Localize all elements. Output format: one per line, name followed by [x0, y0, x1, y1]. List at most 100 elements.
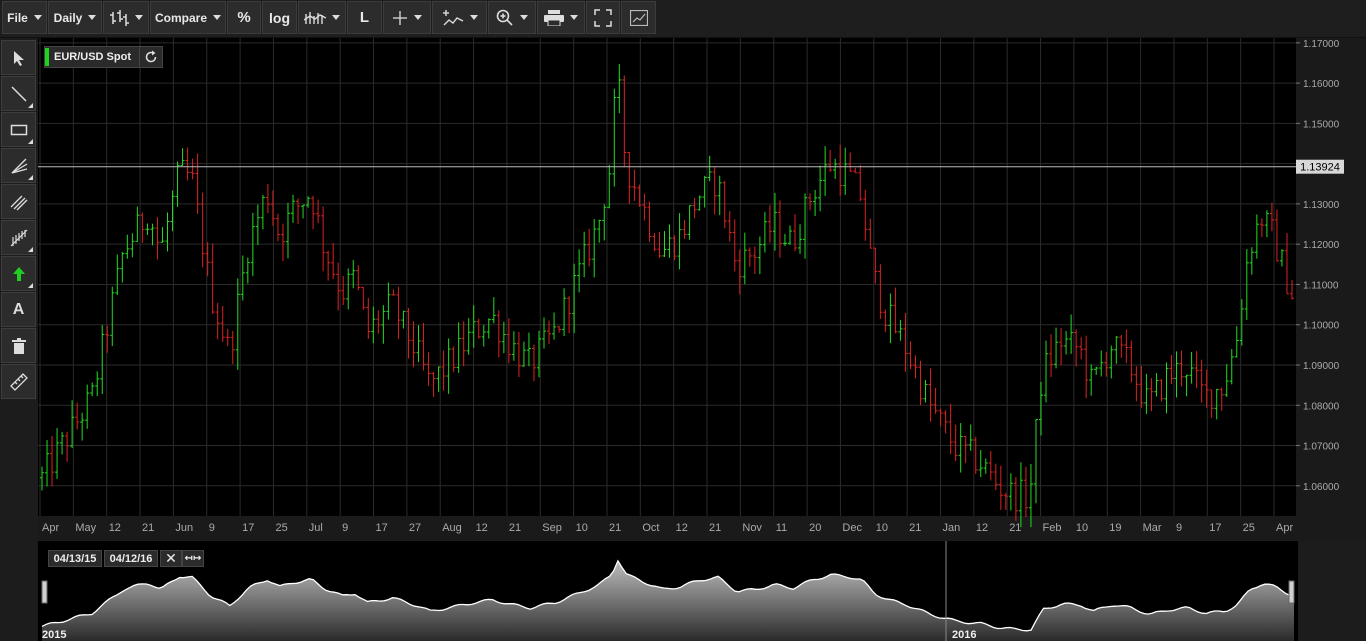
text-tool-button[interactable]: A [1, 292, 36, 327]
line-icon [10, 85, 27, 102]
x-tick-label: 21 [142, 522, 154, 534]
right-range-handle[interactable] [1288, 580, 1295, 604]
x-tick-label: 21 [1009, 522, 1021, 534]
expand-range-button[interactable]: ↤↦ [182, 550, 204, 567]
x-tick-label: 21 [909, 522, 921, 534]
interval-label: Daily [53, 10, 83, 25]
x-tick-label: Nov [742, 522, 762, 534]
year-label-2016: 2016 [952, 629, 976, 641]
arrow-up-icon [12, 266, 25, 281]
series-symbol-label: EUR/USD Spot [54, 51, 131, 63]
percent-label: % [237, 9, 251, 26]
x-tick-label: Apr [1276, 522, 1293, 534]
fan-icon [11, 158, 27, 174]
fan-tool-button[interactable] [1, 148, 36, 183]
time-axis [38, 516, 1296, 540]
print-dropdown[interactable] [537, 1, 585, 34]
x-tick-label: 12 [476, 522, 488, 534]
chevron-down-icon [414, 15, 422, 20]
line-mode-button[interactable]: L [347, 1, 382, 34]
y-tick-label: 1.07000 [1303, 442, 1340, 453]
y-tick-label: 1.17000 [1303, 39, 1340, 50]
price-chart[interactable]: 1.170001.160001.150001.140001.130001.120… [38, 38, 1366, 540]
x-tick-label: 11 [776, 522, 787, 534]
x-tick-label: 10 [1076, 522, 1088, 534]
submenu-corner-icon [28, 139, 33, 144]
left-range-handle[interactable] [41, 580, 48, 604]
x-tick-label: Mar [1143, 522, 1162, 534]
x-tick-label: Oct [642, 522, 659, 534]
reset-range-button[interactable]: ✕ [160, 550, 182, 567]
x-tick-label: 9 [342, 522, 348, 534]
refresh-icon [145, 50, 157, 63]
y-tick-label: 1.11000 [1303, 280, 1339, 291]
x-tick-label: Feb [1043, 522, 1062, 534]
y-tick-label: 1.13000 [1303, 200, 1340, 211]
add-study-icon [442, 9, 463, 25]
drawing-tools-panel: A [0, 38, 38, 399]
zoom-dropdown[interactable] [488, 1, 536, 34]
delete-drawings-button[interactable] [1, 328, 36, 363]
series-color-swatch [45, 48, 49, 66]
studies-icon [304, 11, 326, 24]
submenu-corner-icon [28, 247, 33, 252]
print-icon [544, 9, 564, 26]
chart-settings-button[interactable] [621, 1, 656, 34]
channel-tool-button[interactable] [1, 184, 36, 219]
line-tool-button[interactable] [1, 76, 36, 111]
x-tick-label: Jun [175, 522, 193, 534]
y-tick-label: 1.12000 [1303, 240, 1340, 251]
percent-button[interactable]: % [227, 1, 261, 34]
range-start-date[interactable]: 04/13/15 [48, 550, 102, 567]
drawings-dropdown[interactable] [432, 1, 487, 34]
x-tick-label: Sep [542, 522, 562, 534]
chevron-down-icon [88, 15, 97, 20]
fibonacci-icon [10, 229, 27, 246]
y-tick-label: 1.10000 [1303, 321, 1340, 332]
chevron-down-icon [332, 15, 340, 20]
pointer-tool-button[interactable] [1, 40, 36, 75]
expand-horizontal-icon: ↤↦ [184, 553, 202, 564]
arrow-tool-button[interactable] [1, 256, 36, 291]
x-tick-label: 9 [209, 522, 215, 534]
file-menu-button[interactable]: File [2, 1, 47, 34]
x-tick-label: Dec [842, 522, 862, 534]
rectangle-tool-button[interactable] [1, 112, 36, 147]
submenu-corner-icon [28, 103, 33, 108]
x-tick-label: 25 [275, 522, 287, 534]
chevron-down-icon [469, 15, 478, 20]
pointer-icon [13, 50, 24, 66]
refresh-button[interactable] [139, 47, 162, 67]
log-scale-button[interactable]: log [262, 1, 297, 34]
chart-type-dropdown[interactable] [103, 1, 149, 34]
y-tick-label: 1.15000 [1303, 119, 1340, 130]
x-tick-label: 9 [1176, 522, 1182, 534]
range-navigator[interactable]: 2015 2016 [38, 541, 1298, 641]
submenu-corner-icon [28, 175, 33, 180]
y-tick-label: 1.08000 [1303, 401, 1340, 412]
y-tick-label: 1.06000 [1303, 482, 1340, 493]
x-tick-label: Aug [442, 522, 462, 534]
fullscreen-button[interactable] [586, 1, 620, 34]
x-tick-label: 17 [1209, 522, 1221, 534]
measure-tool-button[interactable] [1, 364, 36, 399]
year-label-2015: 2015 [42, 629, 66, 641]
trash-icon [11, 337, 26, 354]
x-tick-label: 17 [376, 522, 388, 534]
log-label: log [269, 9, 290, 26]
chevron-down-icon [213, 15, 221, 20]
file-label: File [7, 10, 28, 25]
crosshair-dropdown[interactable] [383, 1, 431, 34]
fibonacci-tool-button[interactable] [1, 220, 36, 255]
x-tick-label: May [75, 522, 96, 534]
compare-dropdown[interactable]: Compare [150, 1, 226, 34]
current-price-tag: 1.13924 [1296, 159, 1344, 174]
x-tick-label: 25 [1243, 522, 1255, 534]
range-end-date[interactable]: 04/12/16 [104, 550, 158, 567]
ohlc-bars-icon [110, 9, 129, 26]
interval-dropdown[interactable]: Daily [48, 1, 102, 34]
y-tick-label: 1.09000 [1303, 361, 1340, 372]
chevron-down-icon [570, 15, 578, 20]
current-price-label: 1.13924 [1300, 162, 1340, 174]
studies-dropdown[interactable] [298, 1, 346, 34]
